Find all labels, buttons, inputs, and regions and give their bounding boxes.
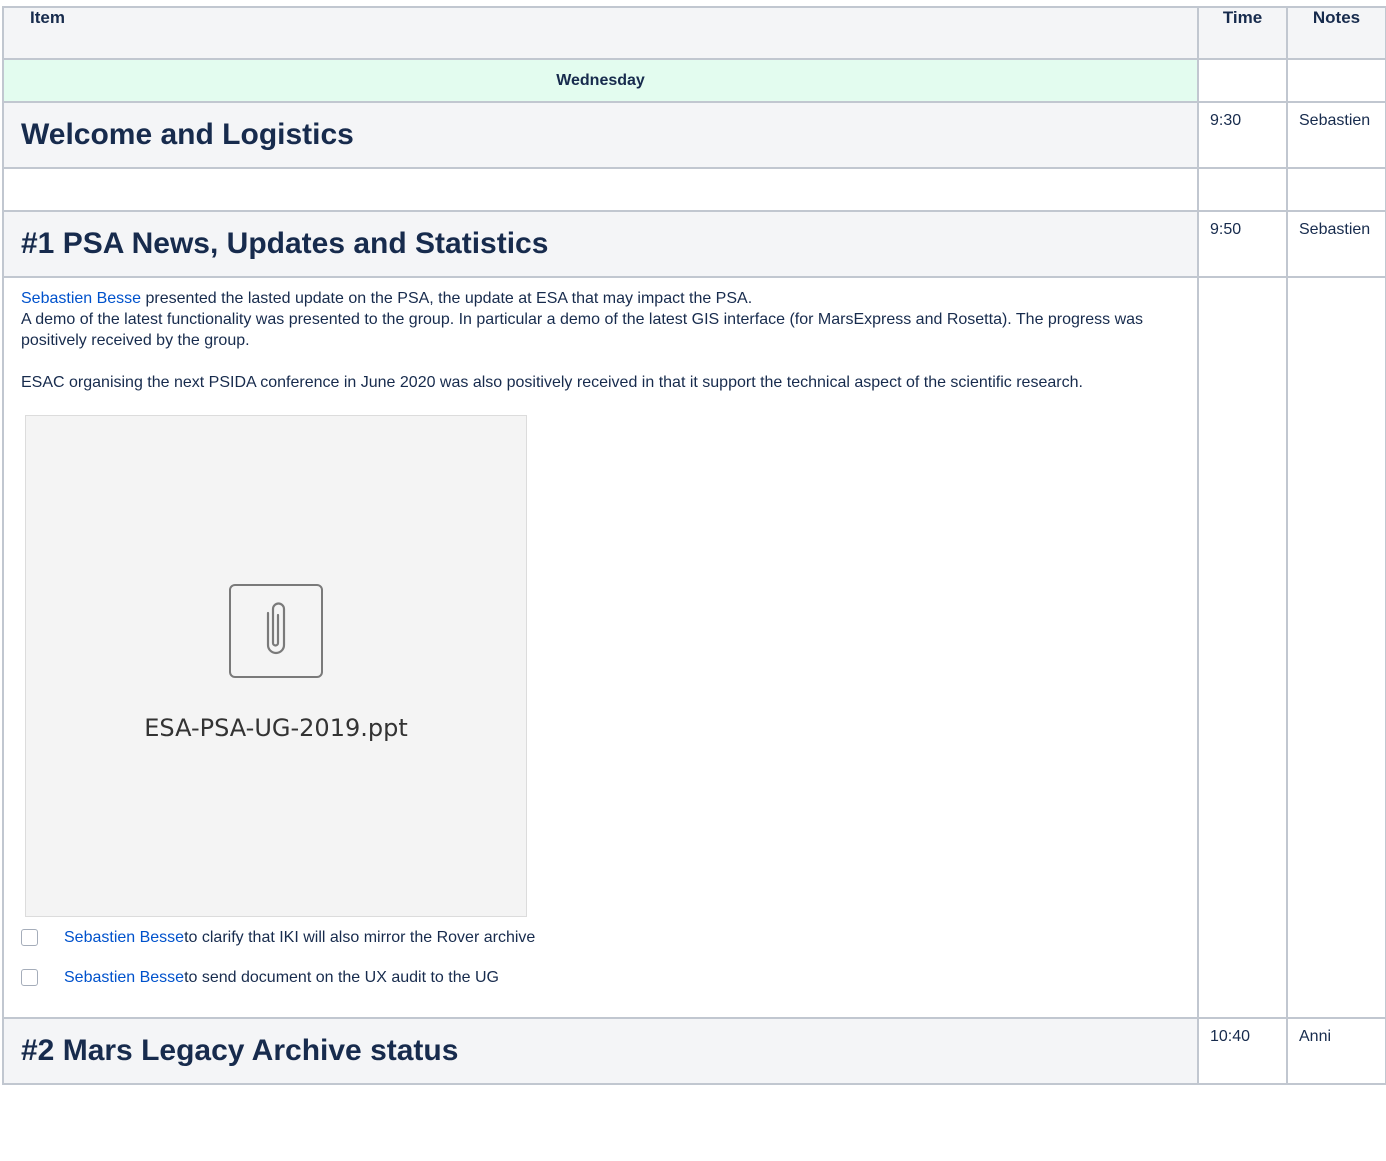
day-time-cell — [1197, 58, 1288, 103]
attachment-filename: ESA-PSA-UG-2019.ppt — [144, 713, 408, 742]
agenda-table: Item Time Notes Wednesday Welcome and Lo… — [2, 6, 1386, 1085]
section-title: #2 Mars Legacy Archive status — [21, 1034, 459, 1067]
content-notes-cell — [1286, 276, 1386, 1019]
notes-column-header: Notes — [1286, 6, 1386, 60]
checkbox-icon[interactable] — [21, 928, 38, 946]
task-item: Sebastien Besse to clarify that IKI will… — [21, 917, 1180, 957]
day-row: Wednesday — [2, 58, 1386, 103]
section-title-cell: #2 Mars Legacy Archive status — [2, 1017, 1199, 1085]
section-notes: Anni — [1299, 1028, 1332, 1045]
task-text: to send document on the UX audit to the … — [184, 968, 499, 986]
section-time: 10:40 — [1210, 1028, 1251, 1045]
user-mention-link[interactable]: Sebastien Besse — [21, 290, 141, 307]
section-notes: Sebastien — [1299, 112, 1371, 129]
content-row: Sebastien Besse presented the lasted upd… — [2, 276, 1386, 1019]
time-column-header: Time — [1197, 6, 1288, 60]
psa-paragraph-1: Sebastien Besse presented the lasted upd… — [21, 288, 1180, 351]
checkbox-icon[interactable] — [21, 968, 38, 986]
day-label: Wednesday — [2, 58, 1199, 103]
day-notes-cell — [1286, 58, 1386, 103]
item-column-header: Item — [2, 6, 1199, 60]
section-row: #1 PSA News, Updates and Statistics 9:50… — [2, 210, 1386, 278]
empty-cell — [1197, 167, 1288, 212]
section-title-cell: Welcome and Logistics — [2, 101, 1199, 169]
section-title: #1 PSA News, Updates and Statistics — [21, 227, 549, 260]
attachment-preview[interactable]: ESA-PSA-UG-2019.ppt — [25, 415, 527, 917]
task-text: to clarify that IKI will also mirror the… — [184, 928, 536, 946]
section-row: #2 Mars Legacy Archive status 10:40 Anni — [2, 1017, 1386, 1085]
paperclip-icon — [229, 583, 323, 678]
section-title: Welcome and Logistics — [21, 118, 354, 151]
section-time: 9:50 — [1210, 221, 1242, 238]
empty-cell — [1286, 167, 1386, 212]
task-item: Sebastien Besse to send document on the … — [21, 957, 1180, 997]
psa-paragraph-2: ESAC organising the next PSIDA conferenc… — [21, 374, 1083, 391]
section-notes: Sebastien — [1299, 221, 1371, 238]
section-time: 9:30 — [1210, 112, 1242, 129]
empty-cell — [2, 167, 1199, 212]
content-time-cell — [1197, 276, 1288, 1019]
section-title-cell: #1 PSA News, Updates and Statistics — [2, 210, 1199, 278]
header-row: Item Time Notes — [2, 6, 1386, 60]
paragraph-text: A demo of the latest functionality was p… — [21, 311, 1144, 349]
section-row: Welcome and Logistics 9:30 Sebastien — [2, 101, 1386, 169]
psa-content-cell: Sebastien Besse presented the lasted upd… — [2, 276, 1199, 1019]
paragraph-text: presented the lasted update on the PSA, … — [141, 290, 753, 307]
user-mention-link[interactable]: Sebastien Besse — [64, 967, 184, 988]
empty-row — [2, 167, 1386, 212]
user-mention-link[interactable]: Sebastien Besse — [64, 927, 184, 948]
